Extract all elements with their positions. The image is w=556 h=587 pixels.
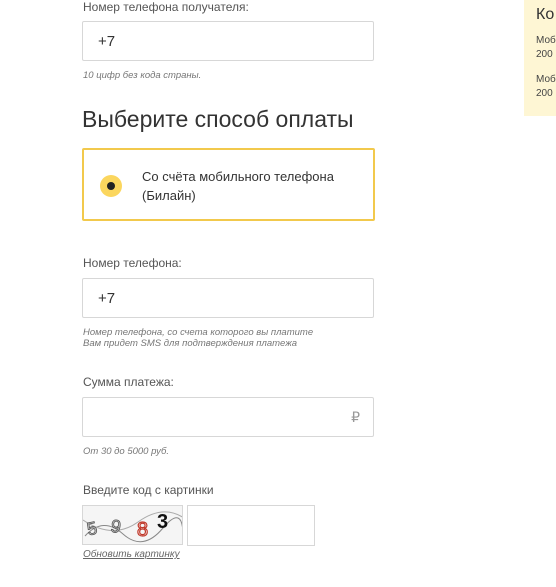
recipient-phone-label: Номер телефона получателя: [83, 0, 249, 14]
amount-label: Сумма платежа: [83, 375, 174, 389]
phone-hint: Номер телефона, со счета которого вы пла… [83, 327, 313, 349]
side-panel-line2b: 200 [536, 88, 553, 99]
captcha-image: 5 9 8 3 [82, 505, 183, 545]
side-panel-line1b: 200 [536, 49, 553, 60]
payment-method-title: Выберите способ оплаты [82, 106, 354, 132]
recipient-phone-hint: 10 цифр без кода страны. [83, 70, 202, 81]
captcha-input[interactable] [187, 505, 315, 546]
refresh-captcha-link[interactable]: Обновить картинку [83, 549, 180, 560]
amount-hint: От 30 до 5000 руб. [83, 446, 170, 457]
payment-option-line1: Со счёта мобильного телефона [142, 169, 334, 184]
side-panel-line2a: Моб [536, 74, 556, 85]
payment-option-mobile[interactable]: Со счёта мобильного телефона (Билайн) [82, 148, 375, 221]
radio-selected-icon[interactable] [100, 175, 122, 197]
phone-input[interactable]: +7 [82, 278, 374, 318]
phone-value: +7 [98, 290, 116, 307]
phone-hint-line1: Номер телефона, со счета которого вы пла… [83, 327, 314, 338]
ruble-icon: ₽ [351, 409, 360, 425]
phone-label: Номер телефона: [83, 256, 182, 270]
phone-hint-line2: Вам придет SMS для подтверждения платежа [83, 338, 298, 349]
svg-text:8: 8 [137, 519, 148, 541]
captcha-label: Введите код с картинки [83, 483, 214, 497]
radio-dot [107, 182, 115, 190]
recipient-phone-input[interactable]: +7 [82, 21, 374, 61]
svg-text:9: 9 [109, 516, 122, 537]
svg-text:5: 5 [85, 518, 99, 540]
payment-option-line2: (Билайн) [142, 188, 196, 203]
captcha-graphic: 5 9 8 3 [83, 511, 182, 543]
side-panel-line1a: Моб [536, 35, 556, 46]
recipient-phone-value: +7 [98, 33, 116, 50]
side-panel: Ко Моб 200 Моб 200 [524, 0, 556, 116]
amount-input[interactable]: ₽ [82, 397, 374, 437]
svg-text:3: 3 [157, 511, 168, 533]
payment-option-label: Со счёта мобильного телефона (Билайн) [142, 167, 362, 205]
side-panel-heading: Ко [536, 6, 555, 23]
